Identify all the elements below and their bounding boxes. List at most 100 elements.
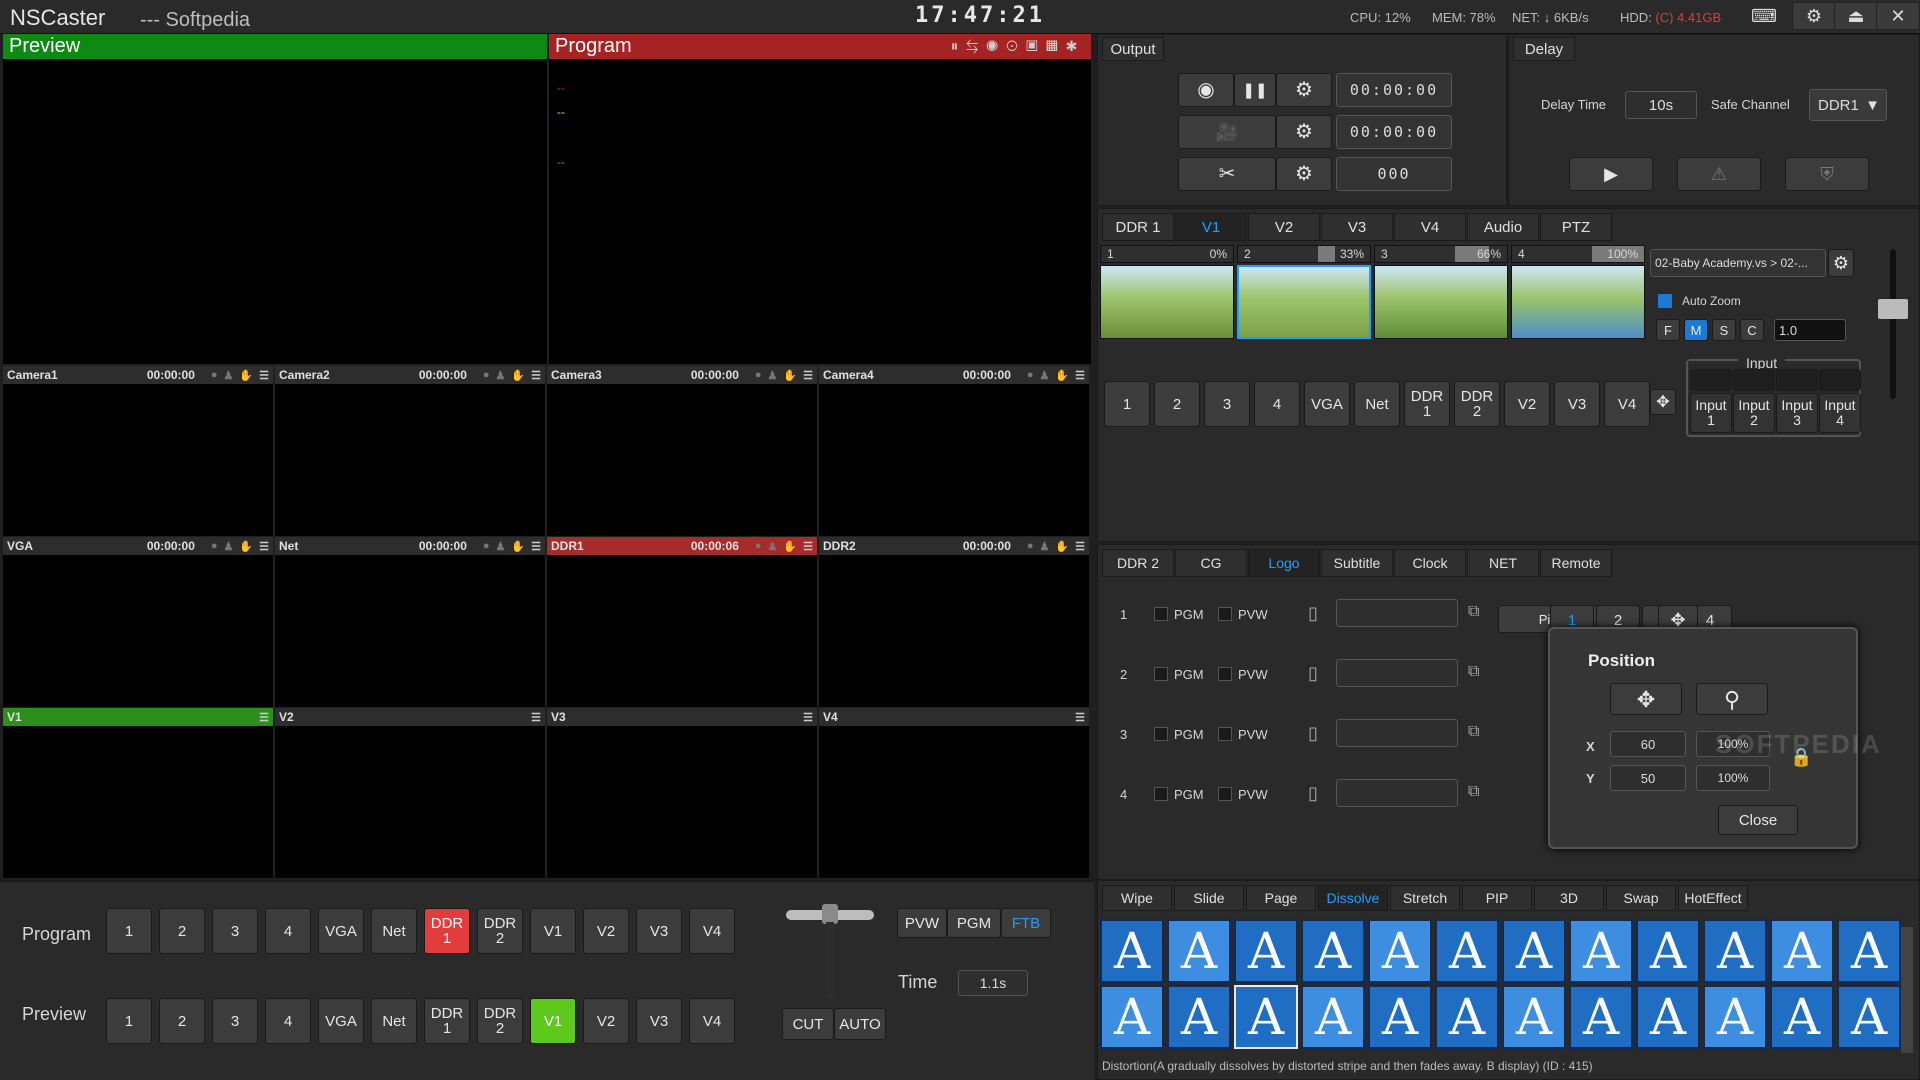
source-tab[interactable]: PTZ — [1540, 213, 1612, 241]
hand-icon[interactable]: ✋ — [1055, 540, 1069, 553]
file-icon[interactable]: ▯ — [1308, 783, 1318, 804]
person-icon[interactable]: ♟ — [224, 369, 234, 382]
record-dot-icon[interactable]: ● — [755, 369, 762, 381]
preview-source-button[interactable]: 1 — [106, 998, 152, 1044]
preview-screen[interactable] — [3, 59, 547, 364]
program-source-button[interactable]: 4 — [265, 908, 311, 954]
menu-icon[interactable]: ☰ — [531, 711, 541, 724]
menu-icon[interactable]: ☰ — [531, 369, 541, 382]
source-screen[interactable] — [819, 726, 1089, 878]
effect-thumbnail[interactable]: A — [1435, 919, 1499, 983]
overlay-tab[interactable]: Logo — [1248, 549, 1320, 577]
zoom-mode-button[interactable]: F — [1656, 319, 1680, 341]
overlay-tab[interactable]: Clock — [1394, 549, 1466, 577]
input-slot[interactable] — [1733, 369, 1775, 391]
transition-tab[interactable]: Slide — [1174, 885, 1244, 911]
copy-icon[interactable]: ⧉ — [1468, 603, 1479, 621]
pvw-checkbox[interactable] — [1218, 667, 1232, 681]
source-tab[interactable]: DDR 1 — [1102, 213, 1174, 241]
clip-settings-button[interactable]: ⚙ — [1828, 249, 1854, 277]
preview-source-button[interactable]: V2 — [583, 998, 629, 1044]
preview-source-button[interactable]: Net — [371, 998, 417, 1044]
preview-source-button[interactable]: V4 — [689, 998, 735, 1044]
effect-thumbnail[interactable]: A — [1100, 919, 1164, 983]
effect-thumbnail[interactable]: A — [1301, 919, 1365, 983]
source-screen[interactable] — [3, 726, 273, 878]
menu-icon[interactable]: ☰ — [259, 540, 269, 553]
effect-thumbnail[interactable]: A — [1234, 985, 1298, 1049]
stream-settings-button[interactable]: ⚙ — [1276, 115, 1332, 149]
snapshot-button[interactable]: ✂ — [1178, 157, 1276, 191]
effect-thumbnail[interactable]: A — [1837, 985, 1901, 1049]
copy-icon[interactable]: ⧉ — [1468, 663, 1479, 681]
transition-tab[interactable]: Dissolve — [1318, 885, 1388, 911]
record-dot-icon[interactable]: ● — [483, 369, 490, 381]
zoom-mode-button[interactable]: S — [1712, 319, 1736, 341]
menu-icon[interactable]: ☰ — [259, 369, 269, 382]
program-source-button[interactable]: V2 — [583, 908, 629, 954]
source-cell[interactable]: V3 ☰ — [547, 708, 817, 878]
menu-icon[interactable]: ☰ — [259, 711, 269, 724]
record-dot-icon[interactable]: ● — [1027, 540, 1034, 552]
source-tab[interactable]: V2 — [1248, 213, 1320, 241]
v-source-button[interactable]: V2 — [1504, 381, 1550, 427]
input-button[interactable]: Input 3 — [1776, 393, 1818, 433]
move-button[interactable]: ✥ — [1650, 389, 1676, 415]
person-icon[interactable]: ♟ — [496, 369, 506, 382]
record-settings-button[interactable]: ⚙ — [1276, 73, 1332, 107]
y-scale-field[interactable]: 100% — [1696, 765, 1770, 791]
copy-icon[interactable]: ⧉ — [1468, 783, 1479, 801]
source-screen[interactable] — [3, 555, 273, 707]
source-cell[interactable]: Camera1 00:00:00 ● ♟ ✋ ☰ — [3, 366, 273, 536]
v-source-button[interactable]: V3 — [1554, 381, 1600, 427]
pgm-checkbox[interactable] — [1154, 607, 1168, 621]
transition-tab[interactable]: 3D — [1534, 885, 1604, 911]
effect-thumbnail[interactable]: A — [1368, 919, 1432, 983]
transition-tab[interactable]: Swap — [1606, 885, 1676, 911]
transition-tab[interactable]: Page — [1246, 885, 1316, 911]
source-cell[interactable]: V1 ☰ — [3, 708, 273, 878]
preview-source-button[interactable]: V1 — [530, 998, 576, 1044]
preview-source-button[interactable]: 4 — [265, 998, 311, 1044]
pvw-button[interactable]: PVW — [897, 908, 947, 938]
program-screen[interactable]: -- -- -- — [549, 59, 1091, 364]
source-screen[interactable] — [819, 555, 1089, 707]
file-icon[interactable]: ▯ — [1308, 603, 1318, 624]
delay-play-button[interactable]: ▶ — [1569, 157, 1653, 191]
delay-alert-button[interactable]: ⚠ — [1677, 157, 1761, 191]
source-tab[interactable]: V4 — [1394, 213, 1466, 241]
effect-thumbnail[interactable]: A — [1167, 919, 1231, 983]
effect-thumbnail[interactable]: A — [1636, 919, 1700, 983]
record-dot-icon[interactable]: ● — [1027, 369, 1034, 381]
program-toolbar-icons[interactable]: ⏸⇆◉⊙▣▦✱ — [951, 34, 1085, 59]
effect-thumbnail[interactable]: A — [1502, 919, 1566, 983]
v-source-button[interactable]: V4 — [1604, 381, 1650, 427]
overlay-tab[interactable]: DDR 2 — [1102, 549, 1174, 577]
menu-icon[interactable]: ☰ — [803, 540, 813, 553]
program-source-button[interactable]: V3 — [636, 908, 682, 954]
program-source-button[interactable]: V4 — [689, 908, 735, 954]
pgm-checkbox[interactable] — [1154, 787, 1168, 801]
hand-icon[interactable]: ✋ — [239, 540, 253, 553]
input-button[interactable]: Input 1 — [1690, 393, 1732, 433]
effect-thumbnail[interactable]: A — [1234, 919, 1298, 983]
pgm-button[interactable]: PGM — [947, 908, 1001, 938]
person-icon[interactable]: ♟ — [768, 540, 778, 553]
input-button[interactable]: Input 2 — [1733, 393, 1775, 433]
person-icon[interactable]: ♟ — [496, 540, 506, 553]
logo-file-field[interactable] — [1336, 659, 1458, 687]
record-dot-icon[interactable]: ● — [483, 540, 490, 552]
effect-thumbnail[interactable]: A — [1569, 985, 1633, 1049]
record-dot-icon[interactable]: ● — [755, 540, 762, 552]
pgm-checkbox[interactable] — [1154, 727, 1168, 741]
overlay-tab[interactable]: NET — [1467, 549, 1539, 577]
zoom-mode-button[interactable]: C — [1740, 319, 1764, 341]
pvw-checkbox[interactable] — [1218, 607, 1232, 621]
pvw-checkbox[interactable] — [1218, 787, 1232, 801]
menu-icon[interactable]: ☰ — [1075, 711, 1085, 724]
source-cell[interactable]: V2 ☰ — [275, 708, 545, 878]
gear-icon[interactable]: ⚙ — [1792, 2, 1836, 30]
person-icon[interactable]: ♟ — [1040, 369, 1050, 382]
record-dot-icon[interactable]: ● — [211, 369, 218, 381]
clip-thumbnail[interactable] — [1100, 265, 1234, 339]
